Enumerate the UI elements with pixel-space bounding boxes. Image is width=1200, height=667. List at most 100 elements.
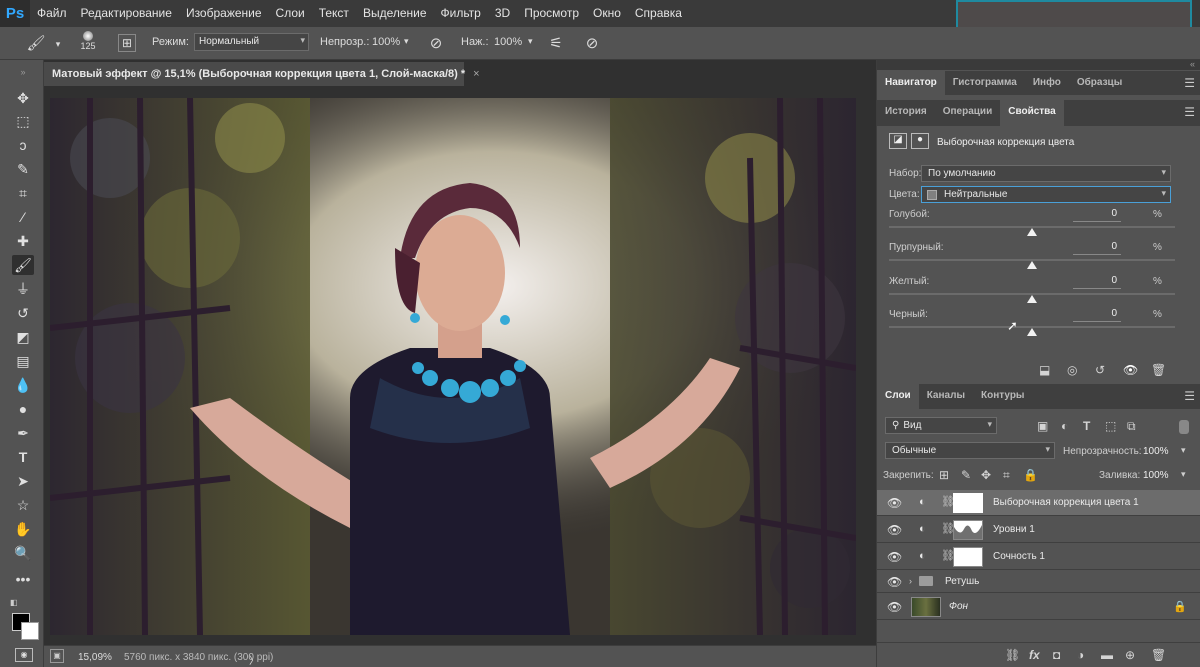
- new-layer-icon[interactable]: ⊕: [1125, 648, 1135, 662]
- chevron-down-icon[interactable]: ▾: [404, 36, 409, 47]
- chevron-down-icon[interactable]: ▾: [528, 36, 533, 47]
- tab-histogram[interactable]: Гистограмма: [945, 71, 1025, 95]
- more-tools-icon[interactable]: •••: [12, 569, 34, 589]
- menu-layers[interactable]: Слои: [269, 0, 312, 27]
- adjustment-icon[interactable]: ◪: [889, 133, 907, 149]
- menu-window[interactable]: Окно: [586, 0, 628, 27]
- black-slider-thumb[interactable]: [1027, 328, 1037, 336]
- layer-mask-thumbnail[interactable]: [953, 547, 983, 567]
- layer-style-icon[interactable]: fx: [1029, 648, 1040, 662]
- tab-paths[interactable]: Контуры: [973, 384, 1032, 409]
- pressure-opacity-icon[interactable]: ⊘: [426, 34, 446, 54]
- tab-info[interactable]: Инфо: [1025, 71, 1069, 95]
- chevron-down-icon[interactable]: ▾: [1181, 469, 1186, 480]
- dodge-tool-icon[interactable]: ●: [12, 399, 34, 419]
- visibility-eye-icon[interactable]: 👁: [887, 523, 902, 537]
- visibility-eye-icon[interactable]: 👁: [887, 496, 902, 510]
- cyan-slider-thumb[interactable]: [1027, 228, 1037, 236]
- layer-row[interactable]: 👁 ◐ ⛓ Выборочная коррекция цвета 1: [877, 490, 1200, 516]
- zoom-tool-icon[interactable]: 🔍: [12, 543, 34, 563]
- lock-transparency-icon[interactable]: ⊞: [939, 468, 949, 482]
- visibility-eye-icon[interactable]: 👁: [887, 550, 902, 564]
- chevron-down-icon[interactable]: ▾: [48, 34, 68, 54]
- yellow-slider-thumb[interactable]: [1027, 295, 1037, 303]
- cyan-value[interactable]: 0: [1073, 208, 1121, 222]
- gradient-tool-icon[interactable]: ▤: [12, 351, 34, 371]
- filter-adjustment-icon[interactable]: ◐: [1061, 419, 1068, 433]
- magenta-slider-thumb[interactable]: [1027, 261, 1037, 269]
- quick-select-tool-icon[interactable]: ✎: [12, 159, 34, 179]
- black-value[interactable]: 0: [1073, 308, 1121, 322]
- filter-shape-icon[interactable]: ⬚: [1105, 419, 1116, 433]
- brush-tool-icon[interactable]: 🖌: [12, 255, 34, 275]
- clone-stamp-tool-icon[interactable]: ⏚: [12, 279, 34, 299]
- quick-mask-icon[interactable]: ◉: [15, 648, 33, 662]
- menu-select[interactable]: Выделение: [356, 0, 434, 27]
- delete-icon[interactable]: 🗑: [1151, 363, 1166, 377]
- tab-navigator[interactable]: Навигатор: [877, 71, 945, 95]
- collapse-icon[interactable]: «: [1190, 59, 1195, 69]
- panel-menu-icon[interactable]: ☰: [1184, 105, 1195, 119]
- panel-menu-icon[interactable]: ☰: [1184, 76, 1195, 90]
- default-colors-icon[interactable]: ◧: [10, 598, 22, 608]
- pen-tool-icon[interactable]: ✒: [12, 423, 34, 443]
- hand-tool-icon[interactable]: ✋: [12, 519, 34, 539]
- yellow-value[interactable]: 0: [1073, 275, 1121, 289]
- link-layers-icon[interactable]: ⛓: [1005, 648, 1020, 662]
- delete-layer-icon[interactable]: 🗑: [1151, 648, 1166, 662]
- type-tool-icon[interactable]: T: [12, 447, 34, 467]
- opacity-value[interactable]: 100%: [372, 36, 400, 48]
- magenta-value[interactable]: 0: [1073, 241, 1121, 255]
- screen-mode-icon[interactable]: ▣: [50, 649, 64, 663]
- layer-row[interactable]: 👁 Фон 🔒: [877, 594, 1200, 620]
- menu-edit[interactable]: Редактирование: [74, 0, 179, 27]
- menu-view[interactable]: Просмотр: [517, 0, 586, 27]
- menu-file[interactable]: Файл: [30, 0, 74, 27]
- menu-image[interactable]: Изображение: [179, 0, 269, 27]
- menu-type[interactable]: Текст: [312, 0, 356, 27]
- tab-history[interactable]: История: [877, 100, 935, 126]
- document-tab[interactable]: Матовый эффект @ 15,1% (Выборочная корре…: [44, 62, 480, 86]
- lock-position-icon[interactable]: ✥: [981, 468, 991, 482]
- visibility-eye-icon[interactable]: 👁: [887, 575, 902, 589]
- layer-filter-select[interactable]: ⚲ Вид ▾: [885, 417, 997, 434]
- flow-value[interactable]: 100%: [494, 36, 522, 48]
- close-icon[interactable]: ×: [473, 68, 479, 80]
- brush-tool-icon[interactable]: 🖌: [26, 34, 46, 54]
- mode-select[interactable]: Нормальный ▾: [194, 33, 309, 51]
- clip-to-layer-icon[interactable]: ⬓: [1039, 363, 1050, 377]
- colors-select[interactable]: Нейтральные ▾: [921, 186, 1171, 203]
- menu-3d[interactable]: 3D: [488, 0, 517, 27]
- chevron-right-icon[interactable]: ›: [909, 576, 912, 586]
- visibility-eye-icon[interactable]: 👁: [887, 600, 902, 614]
- eraser-tool-icon[interactable]: ◩: [12, 327, 34, 347]
- new-group-icon[interactable]: ▬: [1101, 648, 1113, 662]
- info-menu-arrow-icon[interactable]: 〉: [249, 652, 259, 667]
- path-select-tool-icon[interactable]: ➤: [12, 471, 34, 491]
- shape-tool-icon[interactable]: ☆: [12, 495, 34, 515]
- healing-brush-tool-icon[interactable]: ✚: [12, 231, 34, 251]
- filter-smart-object-icon[interactable]: ⧉: [1127, 419, 1136, 434]
- move-tool-icon[interactable]: ✥: [12, 88, 34, 108]
- tab-layers[interactable]: Слои: [877, 384, 919, 409]
- history-brush-tool-icon[interactable]: ↺: [12, 303, 34, 323]
- tab-properties[interactable]: Свойства: [1000, 100, 1064, 126]
- background-color-swatch[interactable]: [21, 622, 39, 640]
- layer-row[interactable]: 👁 ◐ ⛓ Уровни 1: [877, 517, 1200, 543]
- collapse-icon[interactable]: »: [12, 62, 34, 82]
- mask-icon[interactable]: ●: [911, 133, 929, 149]
- lock-all-icon[interactable]: 🔒: [1023, 468, 1038, 482]
- filter-pixel-icon[interactable]: ▣: [1037, 419, 1048, 433]
- fill-value[interactable]: 100%: [1143, 470, 1169, 481]
- view-previous-icon[interactable]: ◎: [1067, 363, 1077, 377]
- lock-pixels-icon[interactable]: ✎: [961, 468, 971, 482]
- marquee-tool-icon[interactable]: ⬚: [12, 111, 34, 131]
- preset-select[interactable]: По умолчанию ▾: [921, 165, 1171, 182]
- reset-icon[interactable]: ↺: [1095, 363, 1105, 377]
- zoom-level[interactable]: 15,09%: [78, 652, 112, 663]
- lasso-tool-icon[interactable]: ↄ: [12, 135, 34, 155]
- layer-mask-thumbnail[interactable]: [953, 493, 983, 513]
- layer-mask-thumbnail[interactable]: [953, 520, 983, 540]
- layer-opacity-value[interactable]: 100%: [1143, 446, 1169, 457]
- lock-artboard-icon[interactable]: ⌗: [1003, 468, 1010, 483]
